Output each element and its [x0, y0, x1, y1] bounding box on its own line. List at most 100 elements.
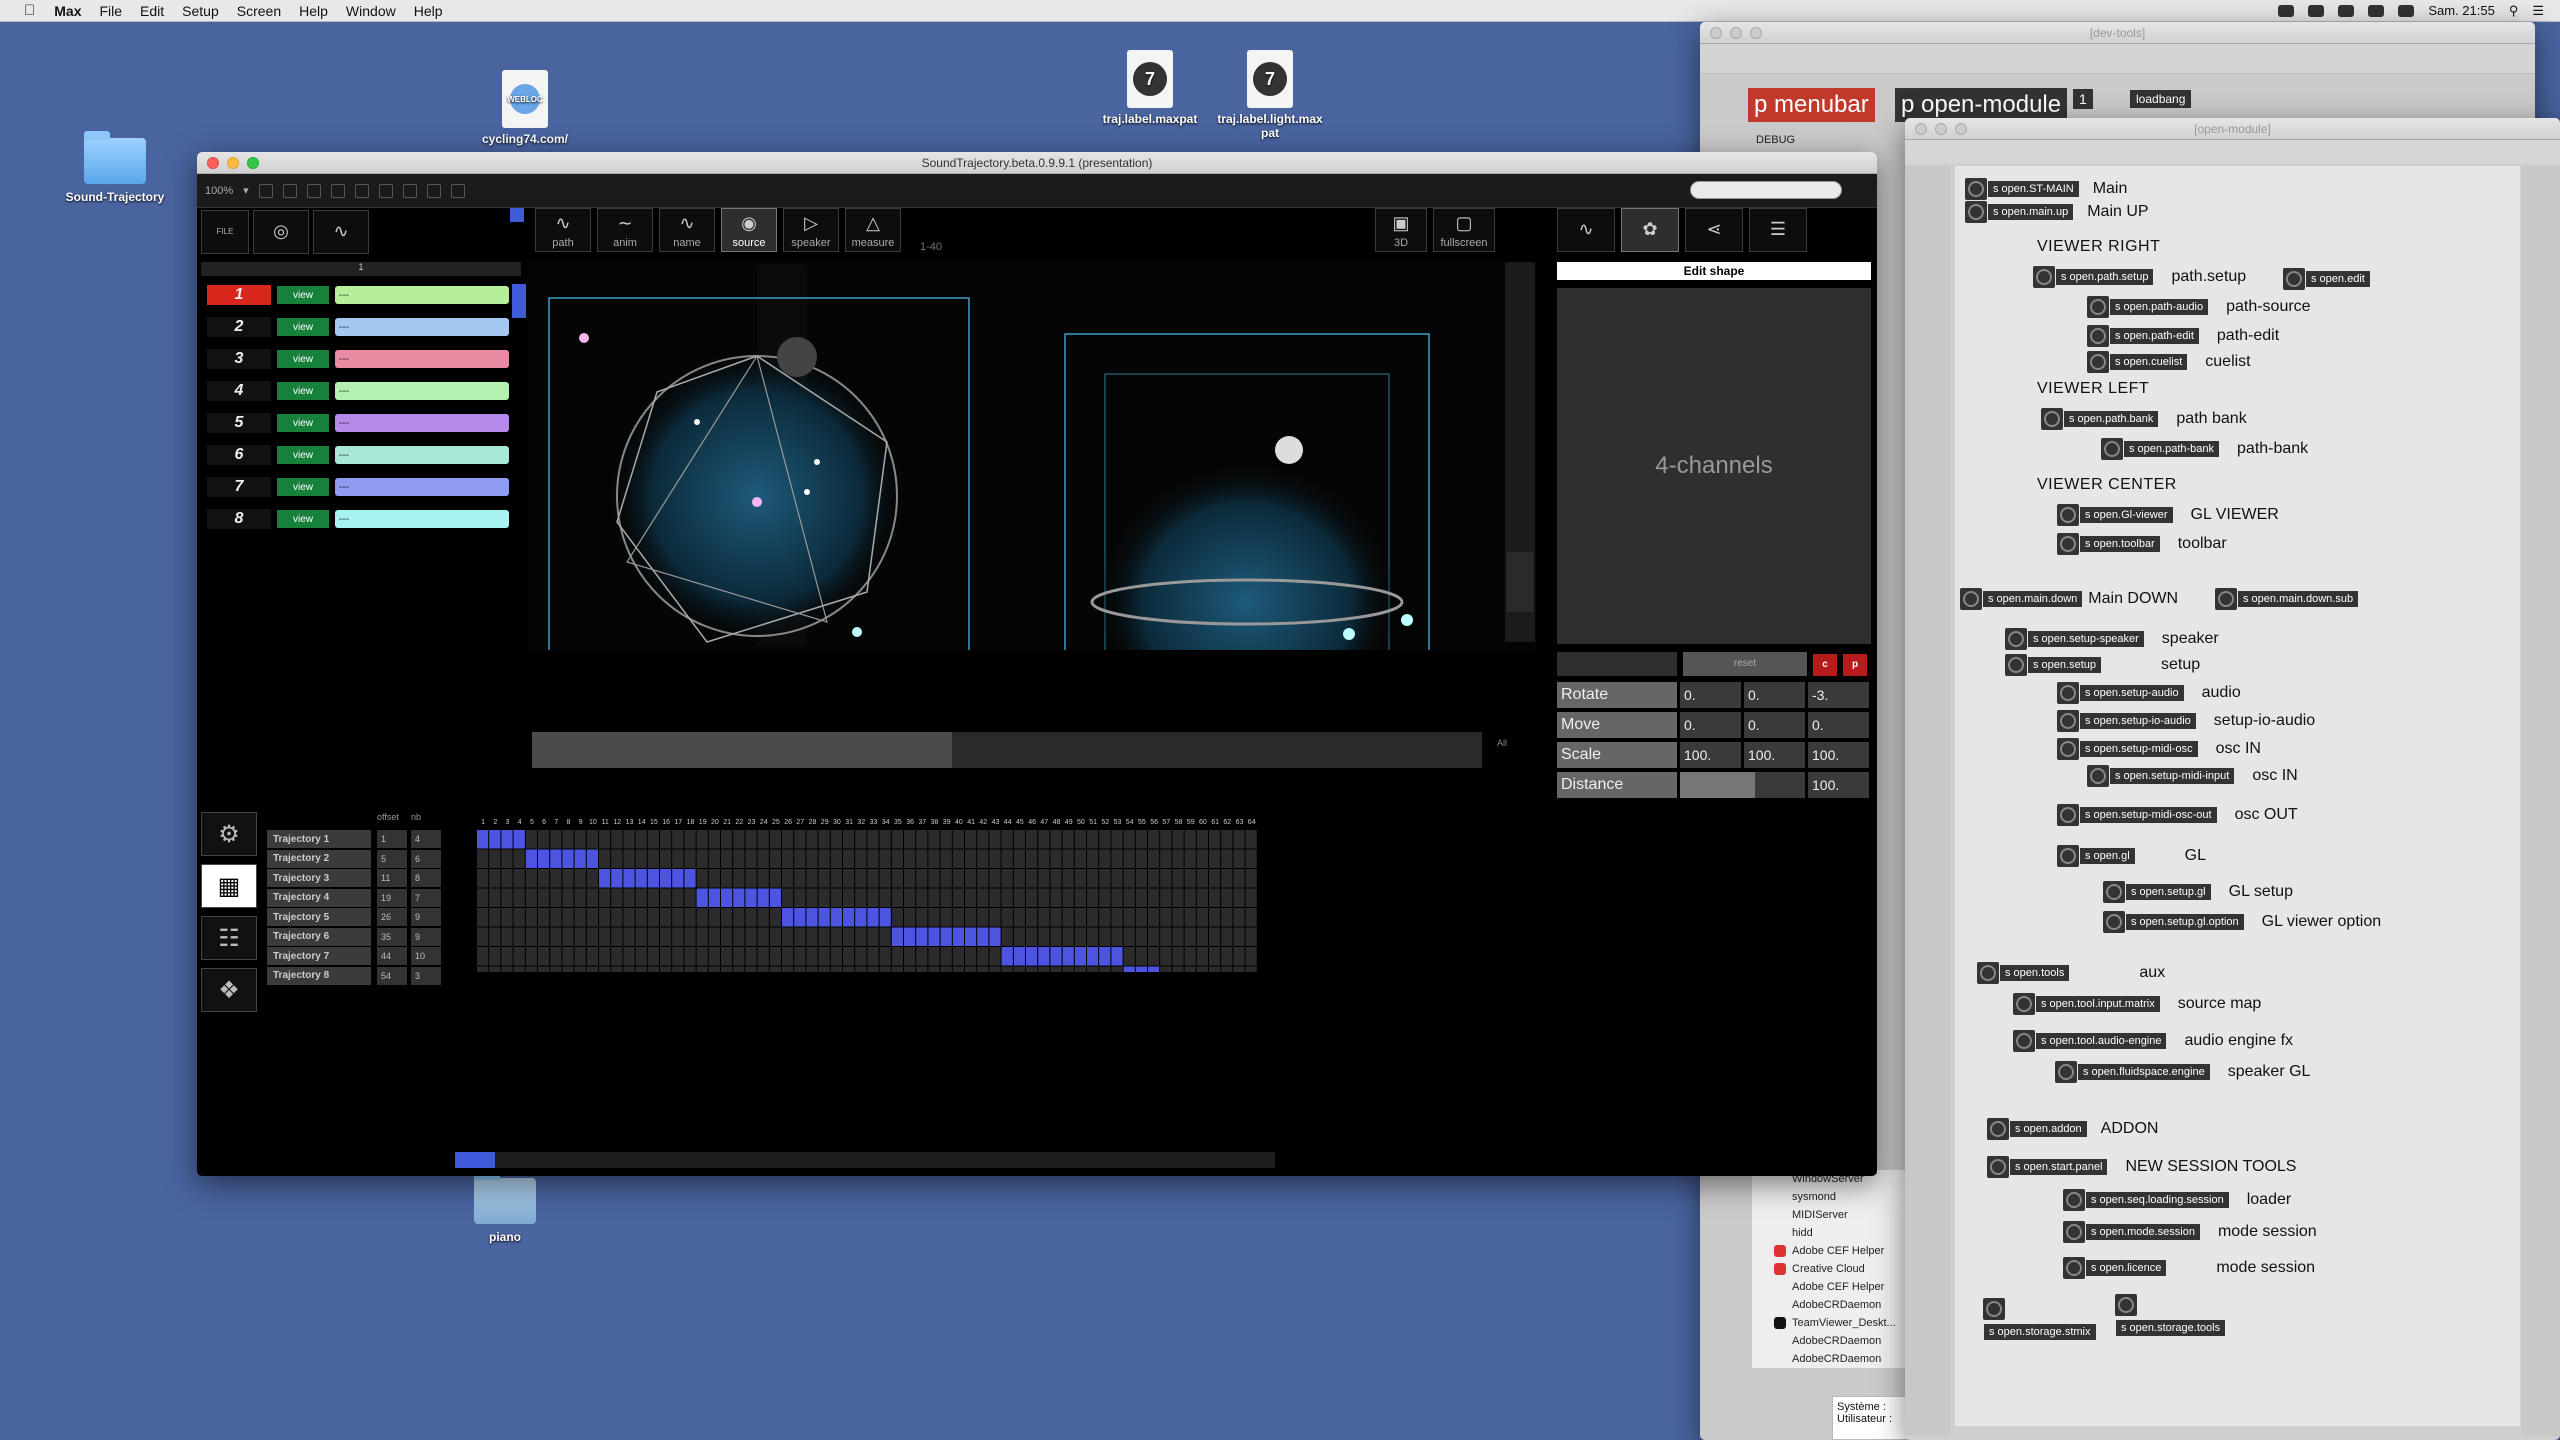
grid-cell[interactable] — [904, 947, 916, 966]
trajectory-offset[interactable]: 11 — [377, 869, 407, 887]
grid-cell[interactable] — [904, 849, 916, 869]
grid-cell[interactable] — [977, 830, 989, 849]
desktop-webloc[interactable]: WEBLOC cycling74.com/ — [470, 70, 580, 146]
grid-cell[interactable] — [708, 927, 720, 947]
trajectory-offset[interactable]: 1 — [377, 830, 407, 848]
grid-cell-active[interactable] — [830, 908, 842, 927]
node-open-tool-input-matrix[interactable]: s open.tool.input.matrix source map — [2013, 993, 2261, 1015]
rotate-x[interactable]: 0. — [1680, 682, 1741, 708]
grid-cell[interactable] — [623, 888, 635, 908]
grid-cell-active[interactable] — [794, 908, 806, 927]
grid-cell[interactable] — [672, 849, 684, 869]
snap-icon[interactable] — [354, 183, 369, 198]
grid-cell[interactable] — [1074, 888, 1086, 908]
grid-cell-active[interactable] — [1062, 947, 1074, 966]
grid-cell[interactable] — [757, 908, 769, 927]
list-item[interactable]: TeamViewer_Deskt... — [1752, 1314, 1912, 1332]
debug-icon[interactable] — [426, 183, 441, 198]
view-button[interactable]: view — [277, 318, 329, 336]
grid-cell[interactable] — [660, 966, 672, 973]
grid-cell[interactable] — [1221, 830, 1233, 849]
grid-cell[interactable] — [1135, 869, 1147, 888]
grid-cell-active[interactable] — [1038, 947, 1050, 966]
grid-cell[interactable] — [586, 947, 598, 966]
zoom-icon[interactable] — [247, 156, 259, 169]
move-y[interactable]: 0. — [1744, 712, 1805, 738]
grid-cell[interactable] — [928, 966, 940, 973]
grid-cell[interactable] — [538, 908, 550, 927]
bang-button[interactable] — [2005, 654, 2027, 676]
grid-cell[interactable] — [513, 908, 525, 927]
grid-cell[interactable] — [879, 849, 891, 869]
node-open-setup-io-audio[interactable]: s open.setup-io-audio setup-io-audio — [2057, 710, 2315, 732]
grid-cell[interactable] — [1135, 927, 1147, 947]
tool-name[interactable]: ∿ name — [659, 208, 715, 252]
grid-cell[interactable] — [830, 947, 842, 966]
grid-cell[interactable] — [1148, 869, 1160, 888]
grid-cell[interactable] — [1233, 947, 1245, 966]
grid-cell[interactable] — [916, 869, 928, 888]
bang-button[interactable] — [2103, 881, 2125, 903]
grid-cell[interactable] — [1209, 908, 1221, 927]
grid-cell[interactable] — [647, 908, 659, 927]
view-button[interactable]: view — [277, 478, 329, 496]
grid-cell-active[interactable] — [1148, 966, 1160, 973]
grid-cell[interactable] — [977, 849, 989, 869]
node-open-path-setup[interactable]: s open.path.setup path.setup — [2033, 266, 2246, 288]
grid-cell[interactable] — [1245, 966, 1257, 973]
shape-preview[interactable]: 4-channels — [1557, 288, 1871, 644]
grid-cell[interactable] — [647, 830, 659, 849]
scale-y[interactable]: 100. — [1744, 742, 1805, 768]
grid-cell[interactable] — [1196, 947, 1208, 966]
grid-cell[interactable] — [1111, 849, 1123, 869]
grid-cell[interactable] — [672, 908, 684, 927]
grid-cell[interactable] — [1087, 908, 1099, 927]
trajectory-nb[interactable]: 10 — [411, 947, 441, 965]
grid-cell-active[interactable] — [1099, 947, 1111, 966]
align-icon[interactable] — [402, 183, 417, 198]
grid-cell[interactable] — [733, 947, 745, 966]
grid-cell[interactable] — [525, 888, 537, 908]
grid-cell[interactable] — [891, 966, 903, 973]
open-module-titlebar[interactable]: [open-module] — [1905, 118, 2560, 140]
grid-cell[interactable] — [1196, 966, 1208, 973]
grid-cell[interactable] — [1062, 888, 1074, 908]
grid-cell[interactable] — [1245, 947, 1257, 966]
edit-shape-button[interactable]: Edit shape — [1557, 262, 1871, 280]
grid-cell[interactable] — [586, 966, 598, 973]
menu-app-name[interactable]: Max — [45, 3, 90, 19]
bang-button[interactable] — [2283, 268, 2305, 290]
grid-cell[interactable] — [1099, 908, 1111, 927]
grid-cell[interactable] — [708, 908, 720, 927]
grid-cell[interactable] — [489, 966, 501, 973]
grid-cell[interactable] — [696, 966, 708, 973]
close-icon[interactable] — [1915, 122, 1927, 135]
grid-cell[interactable] — [1196, 908, 1208, 927]
grid-cell[interactable] — [586, 830, 598, 849]
grid-cell[interactable] — [952, 908, 964, 927]
clock[interactable]: Sam. 21:55 — [2428, 3, 2495, 18]
grid-cell[interactable] — [1123, 869, 1135, 888]
grid-cell[interactable] — [660, 830, 672, 849]
grid-cell[interactable] — [928, 869, 940, 888]
grid-cell[interactable] — [611, 927, 623, 947]
grid-cell[interactable] — [611, 947, 623, 966]
node-open-tool-audio-engine[interactable]: s open.tool.audio-engine audio engine fx — [2013, 1030, 2293, 1052]
grid-cell[interactable] — [477, 947, 489, 966]
track-row-7[interactable]: 7 view --- — [207, 476, 509, 498]
grid-cell[interactable] — [721, 947, 733, 966]
grid-cell[interactable] — [818, 966, 830, 973]
grid-cell[interactable] — [940, 947, 952, 966]
bang-button[interactable] — [2005, 628, 2027, 650]
grid-cell[interactable] — [928, 849, 940, 869]
grid-cell-active[interactable] — [586, 849, 598, 869]
grid-cell[interactable] — [1135, 947, 1147, 966]
grid-cell-active[interactable] — [916, 927, 928, 947]
grid-cell[interactable] — [782, 849, 794, 869]
grid-cell-active[interactable] — [733, 888, 745, 908]
grid-cell[interactable] — [952, 888, 964, 908]
grid-cell[interactable] — [611, 908, 623, 927]
bang-button[interactable] — [1965, 201, 1987, 223]
track-row-4[interactable]: 4 view --- — [207, 380, 509, 402]
grid-cell[interactable] — [1196, 888, 1208, 908]
